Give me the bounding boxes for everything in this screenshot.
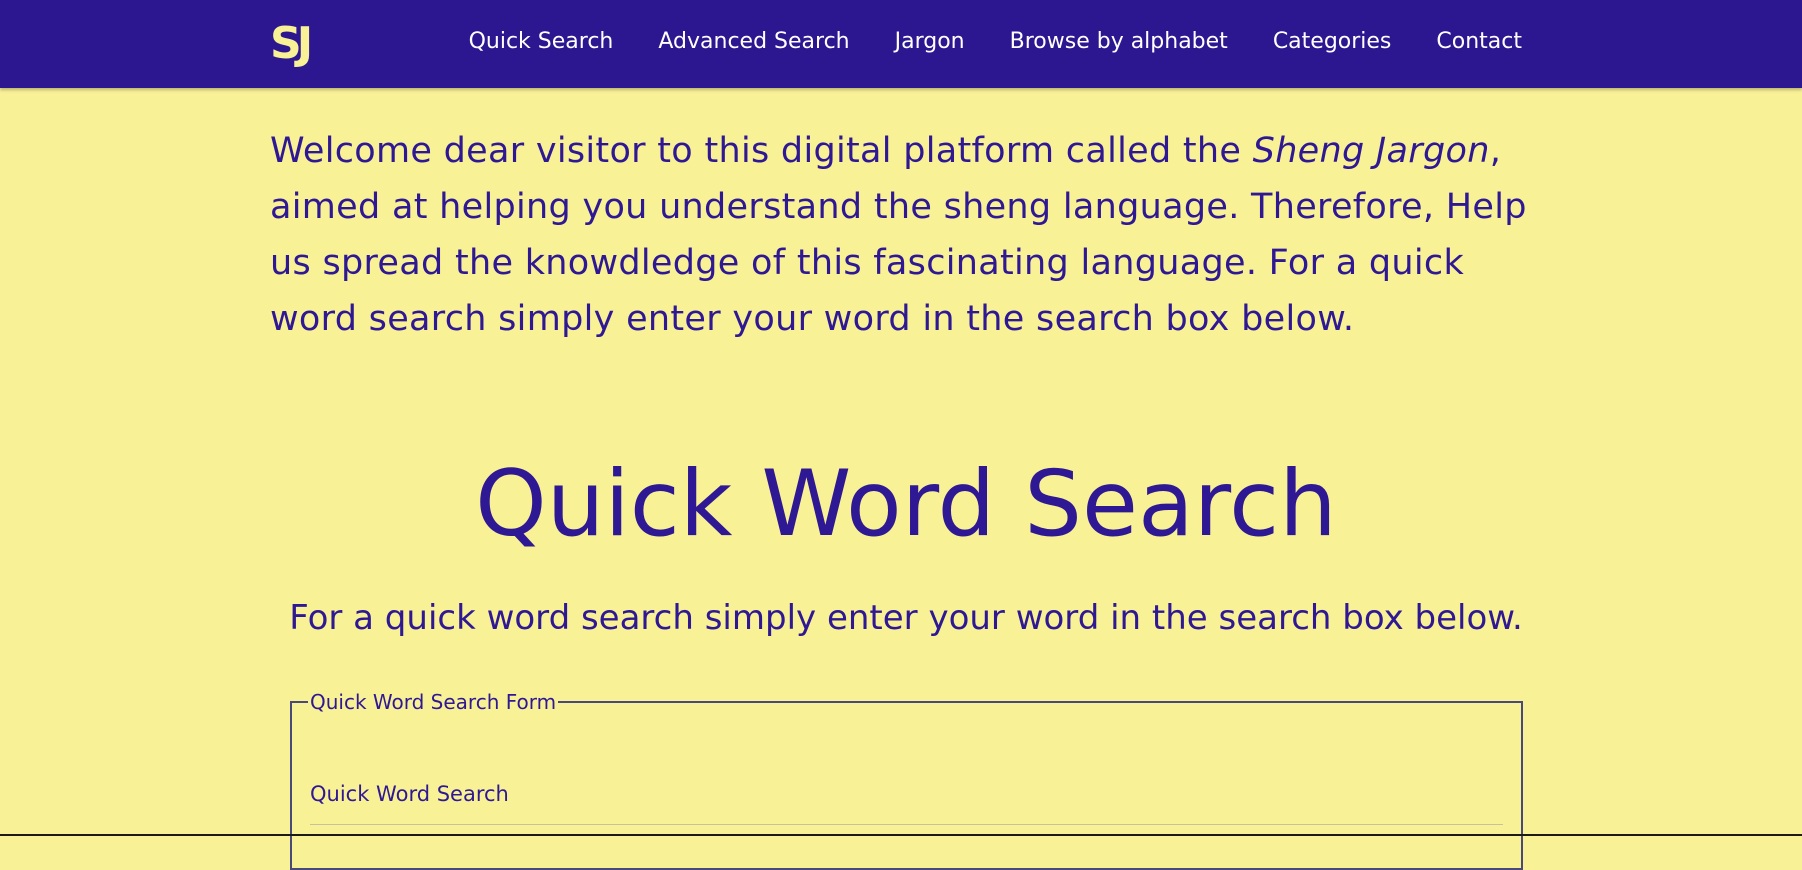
nav-browse-by-alphabet[interactable]: Browse by alphabet	[1010, 29, 1228, 54]
nav-quick-search[interactable]: Quick Search	[469, 29, 614, 54]
page-title: Quick Word Search	[0, 450, 1802, 560]
search-form-legend: Quick Word Search Form	[308, 690, 558, 714]
main-nav: Quick Search Advanced Search Jargon Brow…	[469, 0, 1522, 82]
search-field-label: Quick Word Search	[310, 782, 509, 806]
search-input[interactable]	[310, 822, 1503, 825]
intro-site-name: Sheng Jargon	[1253, 131, 1490, 171]
nav-advanced-search[interactable]: Advanced Search	[658, 29, 849, 54]
intro-text-before: Welcome dear visitor to this digital pla…	[270, 131, 1253, 171]
nav-jargon[interactable]: Jargon	[895, 29, 965, 54]
nav-contact[interactable]: Contact	[1436, 29, 1522, 54]
top-navbar: SJ Quick Search Advanced Search Jargon B…	[0, 0, 1802, 88]
intro-paragraph: Welcome dear visitor to this digital pla…	[270, 123, 1540, 347]
page-subtitle: For a quick word search simply enter you…	[0, 592, 1802, 644]
quick-search-form: Quick Word Search Form Quick Word Search	[290, 690, 1523, 870]
site-logo[interactable]: SJ	[270, 14, 308, 74]
nav-categories[interactable]: Categories	[1273, 29, 1392, 54]
